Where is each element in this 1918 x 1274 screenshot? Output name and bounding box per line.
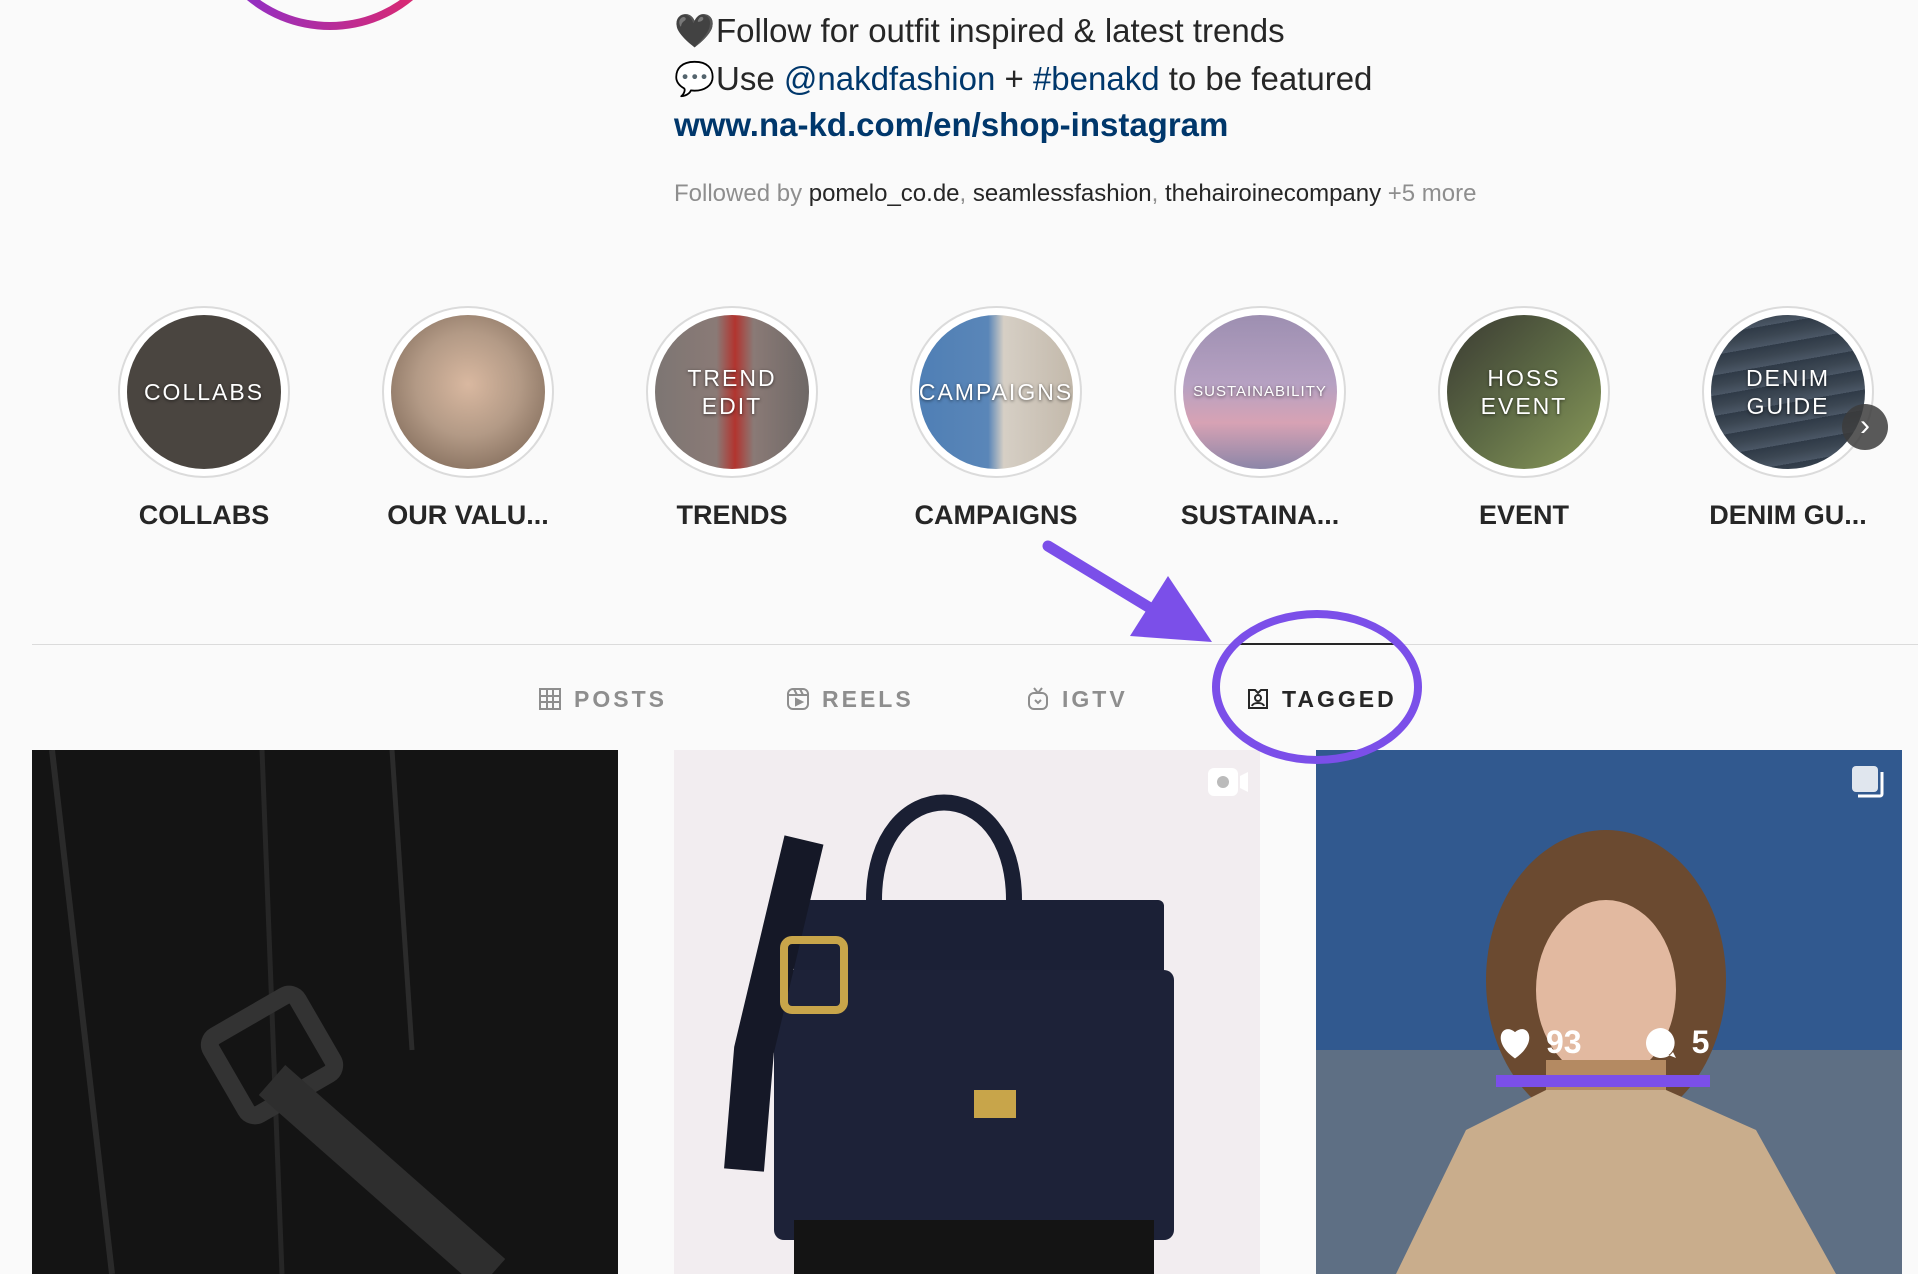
annotation-circle [1212,610,1422,764]
annotation-arrow [1042,540,1212,642]
